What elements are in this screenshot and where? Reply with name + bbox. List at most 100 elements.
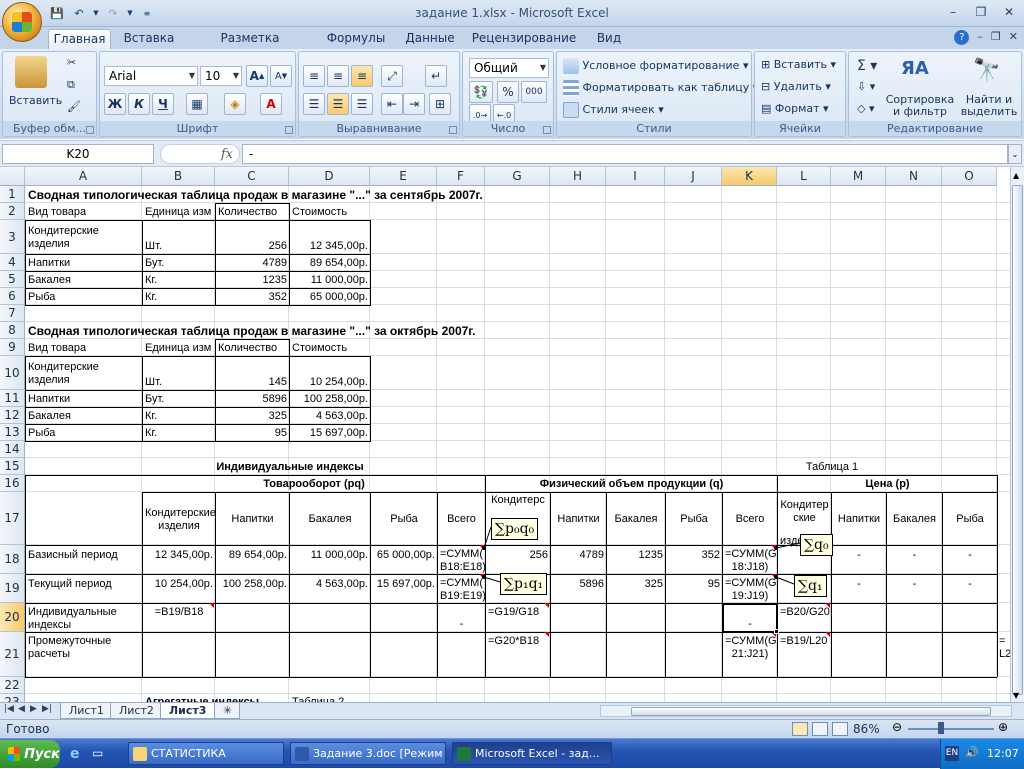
cell-d13[interactable]: 15 697,00р. bbox=[290, 426, 370, 441]
comment-callout-p0q0[interactable]: ∑p₀q₀ bbox=[491, 518, 539, 540]
cell-g20[interactable]: =G19/G18 bbox=[486, 605, 550, 620]
first-sheet-icon[interactable]: |◀ bbox=[4, 704, 14, 714]
cell-k18[interactable]: =СУММ(G 18:J18) bbox=[723, 547, 777, 575]
row-header-2[interactable]: 2 bbox=[0, 203, 25, 220]
dialog-launcher-icon[interactable] bbox=[86, 126, 94, 134]
align-bottom-icon[interactable]: ≡ bbox=[351, 65, 373, 87]
shrink-font-icon[interactable]: A ▼ bbox=[270, 65, 292, 87]
column-header-e[interactable]: E bbox=[370, 167, 437, 186]
column-header-l[interactable]: L bbox=[777, 167, 831, 186]
cell-b6[interactable]: Кг. bbox=[143, 290, 215, 305]
wrap-text-icon[interactable]: ↵ bbox=[425, 65, 447, 87]
select-all-corner[interactable] bbox=[0, 167, 25, 186]
delete-cells-button[interactable]: ⊟ Удалить ▾ bbox=[761, 80, 831, 93]
align-middle-icon[interactable]: ≡ bbox=[327, 65, 349, 87]
header-e17[interactable]: Рыба bbox=[371, 512, 437, 527]
row-header-11[interactable]: 11 bbox=[0, 390, 25, 407]
sep-header-3[interactable]: Стоимость bbox=[290, 205, 370, 220]
cell-a21[interactable]: Промежуточные расчеты bbox=[26, 634, 142, 662]
horizontal-scrollbar[interactable] bbox=[600, 705, 1012, 717]
column-header-g[interactable]: G bbox=[485, 167, 550, 186]
task-excel[interactable]: Microsoft Excel - зад... bbox=[452, 742, 612, 765]
ie-icon[interactable]: e bbox=[70, 746, 80, 762]
cell-c13[interactable]: 95 bbox=[216, 426, 289, 441]
sheet-tab-1[interactable]: Лист1 bbox=[60, 703, 113, 719]
row-header-5[interactable]: 5 bbox=[0, 271, 25, 288]
cell-n19[interactable]: - bbox=[887, 577, 942, 592]
row-header-4[interactable]: 4 bbox=[0, 254, 25, 271]
font-name-select[interactable]: Arial ▼ bbox=[104, 66, 198, 86]
cell-a13[interactable]: Рыба bbox=[26, 426, 142, 441]
cell-l20[interactable]: =B20/G20 bbox=[778, 605, 831, 620]
fill-color-icon[interactable]: ◈ bbox=[224, 93, 246, 115]
header-j17[interactable]: Рыба bbox=[666, 512, 722, 527]
row-header-17[interactable]: 17 bbox=[0, 492, 25, 545]
header-n17[interactable]: Бакалея bbox=[887, 512, 942, 527]
cell-a4[interactable]: Напитки bbox=[26, 256, 142, 271]
aggregate-indexes-label[interactable]: Агрегатные индексы bbox=[143, 695, 273, 702]
ribbon-restore-icon[interactable]: ❐ bbox=[991, 30, 1001, 45]
row-header-8[interactable]: 8 bbox=[0, 322, 25, 339]
sep-header-1[interactable]: Единица изм bbox=[143, 205, 215, 220]
tab-home[interactable]: Главная bbox=[48, 29, 111, 49]
zoom-out-icon[interactable]: ⊖ bbox=[892, 720, 902, 734]
cell-a5[interactable]: Бакалея bbox=[26, 273, 142, 288]
cell-d4[interactable]: 89 654,00р. bbox=[290, 256, 370, 271]
oct-header-0[interactable]: Вид товара bbox=[26, 341, 142, 356]
header-k17[interactable]: Всего bbox=[723, 512, 777, 527]
cell-m18[interactable]: - bbox=[832, 548, 886, 563]
font-color-icon[interactable]: A bbox=[260, 93, 282, 115]
find-select-button[interactable]: Найти и выделить bbox=[959, 94, 1019, 118]
grow-font-icon[interactable]: A ▲ bbox=[246, 65, 268, 87]
row-header-18[interactable]: 18 bbox=[0, 545, 25, 574]
cell-a11[interactable]: Напитки bbox=[26, 392, 142, 407]
format-as-table-button[interactable]: Форматировать как таблицу ▾ bbox=[563, 80, 758, 96]
column-header-m[interactable]: M bbox=[831, 167, 886, 186]
column-header-j[interactable]: J bbox=[665, 167, 722, 186]
clear-icon[interactable]: ◇ ▾ bbox=[857, 102, 874, 115]
cell-d19[interactable]: 4 563,00р. bbox=[290, 577, 370, 592]
row-header-1[interactable]: 1 bbox=[0, 186, 25, 203]
scroll-up-icon[interactable]: ▲ bbox=[1013, 171, 1019, 180]
cell-c6[interactable]: 352 bbox=[216, 290, 289, 305]
row-header-21[interactable]: 21 bbox=[0, 632, 25, 677]
cell-d11[interactable]: 100 258,00р. bbox=[290, 392, 370, 407]
comment-callout-q0[interactable]: ∑q₀ bbox=[800, 534, 833, 556]
header-c17[interactable]: Напитки bbox=[216, 512, 289, 527]
show-desktop-icon[interactable]: ▭ bbox=[92, 746, 103, 760]
copy-icon[interactable]: ⧉ bbox=[67, 78, 75, 92]
sort-filter-button[interactable]: Сортировка и фильтр bbox=[885, 94, 955, 118]
header-h17[interactable]: Напитки bbox=[551, 512, 606, 527]
cell-d6[interactable]: 65 000,00р. bbox=[290, 290, 370, 305]
cell-b12[interactable]: Кг. bbox=[143, 409, 215, 424]
scroll-down-icon[interactable]: ▼ bbox=[1013, 691, 1019, 700]
row-header-9[interactable]: 9 bbox=[0, 339, 25, 356]
cell-h19[interactable]: 5896 bbox=[551, 577, 606, 592]
sep-table-title[interactable]: Сводная типологическая таблица продаж в … bbox=[26, 188, 626, 203]
column-header-n[interactable]: N bbox=[886, 167, 942, 186]
cell-d10[interactable]: 10 254,00р. bbox=[290, 375, 370, 390]
comment-callout-p1q1[interactable]: ∑p₁q₁ bbox=[500, 573, 548, 595]
thousands-button[interactable]: 000 bbox=[521, 81, 547, 103]
number-dialog-launcher-icon[interactable] bbox=[543, 126, 551, 134]
row-header-14[interactable]: 14 bbox=[0, 441, 25, 458]
cell-k20[interactable]: - bbox=[723, 617, 777, 632]
cell-j18[interactable]: 352 bbox=[666, 548, 722, 563]
volume-header[interactable]: Физический объем продукции (q) bbox=[486, 477, 777, 492]
cell-e19[interactable]: 15 697,00р. bbox=[371, 577, 437, 592]
cell-a6[interactable]: Рыба bbox=[26, 290, 142, 305]
row-header-10[interactable]: 10 bbox=[0, 356, 25, 390]
insert-function-icon[interactable]: fx bbox=[221, 147, 233, 162]
cell-b19[interactable]: 10 254,00р. bbox=[143, 577, 215, 592]
cell-b20[interactable]: =B19/B18 bbox=[143, 605, 215, 620]
vertical-scroll-thumb[interactable] bbox=[1012, 185, 1023, 695]
currency-format-icon[interactable]: 💱 bbox=[469, 81, 493, 103]
turnover-header[interactable]: Товарооборот (pq) bbox=[143, 477, 485, 492]
cell-d3[interactable]: 12 345,00р. bbox=[290, 239, 370, 254]
cell-m19[interactable]: - bbox=[832, 577, 886, 592]
header-o17[interactable]: Рыба bbox=[943, 512, 997, 527]
cell-j19[interactable]: 95 bbox=[666, 577, 722, 592]
autosum-icon[interactable]: Σ ▾ bbox=[857, 58, 877, 74]
zoom-in-icon[interactable]: ⊕ bbox=[998, 720, 1008, 734]
cell-f18[interactable]: =СУММ(B18:E18) bbox=[438, 547, 485, 575]
